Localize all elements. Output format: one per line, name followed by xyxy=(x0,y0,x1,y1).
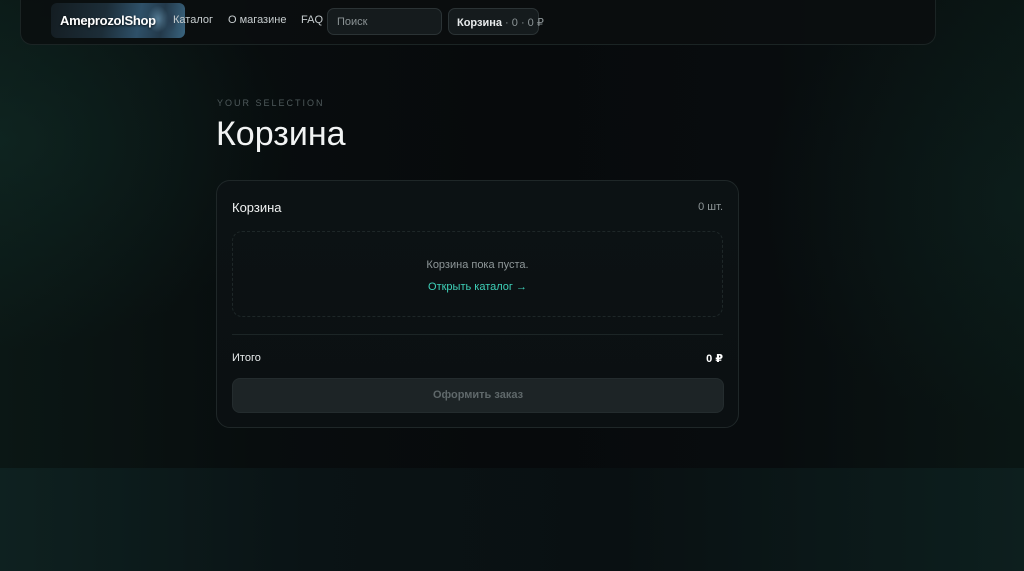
nav-link-about[interactable]: О магазине xyxy=(228,14,286,26)
page-title: Корзина xyxy=(216,115,346,153)
empty-cart-box: Корзина пока пуста. Открыть каталог → xyxy=(232,231,723,317)
logo-text: AmeprozolShop xyxy=(60,13,156,28)
total-value: 0 ₽ xyxy=(706,353,723,365)
total-label: Итого xyxy=(232,352,261,364)
cart-card-title: Корзина xyxy=(232,200,282,215)
cart-item-count: 0 шт. xyxy=(698,201,723,213)
search-input[interactable] xyxy=(327,8,442,35)
shop-logo[interactable]: AmeprozolShop xyxy=(51,3,185,38)
footer-background xyxy=(0,468,1024,571)
checkout-button[interactable]: Оформить заказ xyxy=(232,378,724,413)
header-cart-label: Корзина xyxy=(457,17,502,29)
section-eyebrow: YOUR SELECTION xyxy=(217,98,325,108)
empty-cart-message: Корзина пока пуста. xyxy=(426,259,529,271)
nav-link-faq[interactable]: FAQ xyxy=(301,14,323,26)
header-cart-summary: · 0 · 0 ₽ xyxy=(502,17,544,29)
nav-link-catalog[interactable]: Каталог xyxy=(173,14,213,26)
cart-card: Корзина 0 шт. Корзина пока пуста. Открыт… xyxy=(216,180,739,428)
header-cart-button[interactable]: Корзина · 0 · 0 ₽ xyxy=(448,8,544,35)
open-catalog-link[interactable]: Открыть каталог → xyxy=(233,281,722,293)
cart-divider xyxy=(232,334,723,335)
